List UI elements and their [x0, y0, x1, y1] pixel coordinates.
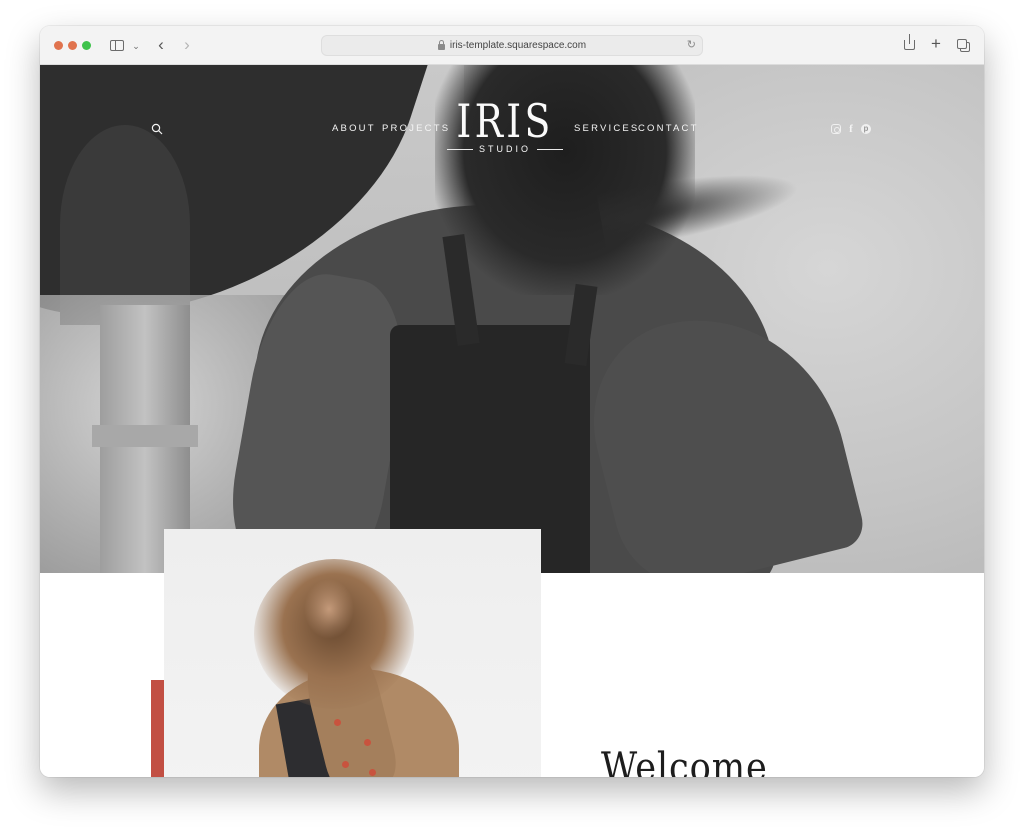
forward-button[interactable]: › — [180, 36, 194, 54]
logo-rule-left — [446, 148, 473, 150]
accent-bar — [151, 680, 164, 777]
logo-rule-right — [537, 148, 563, 150]
pinterest-icon[interactable]: p — [861, 124, 871, 134]
browser-toolbar: ⌄ ‹ › iris-template.squarespace.com ↻ + — [40, 26, 984, 65]
share-arrow-icon — [909, 34, 911, 44]
chevron-down-icon[interactable]: ⌄ — [131, 37, 141, 55]
search-icon[interactable] — [151, 123, 163, 135]
photo-flower — [364, 739, 371, 746]
facebook-icon[interactable]: f — [846, 124, 856, 135]
welcome-heading: Welcome — [601, 745, 768, 777]
instagram-icon[interactable] — [831, 124, 841, 134]
browser-window: ⌄ ‹ › iris-template.squarespace.com ↻ + — [40, 26, 984, 777]
minimize-window-button[interactable] — [68, 41, 77, 50]
nav-link-services[interactable]: SERVICES — [574, 123, 639, 134]
new-tab-button[interactable]: + — [929, 35, 943, 53]
close-window-button[interactable] — [54, 41, 63, 50]
site-header: ABOUT PROJECTS IRIS STUDIO SERVICES CONT… — [40, 65, 984, 185]
nav-link-contact[interactable]: CONTACT — [638, 123, 699, 134]
lock-icon — [437, 39, 445, 50]
hero-image: ABOUT PROJECTS IRIS STUDIO SERVICES CONT… — [40, 65, 984, 573]
sidebar-toggle-icon[interactable] — [110, 40, 124, 51]
tabs-icon[interactable] — [957, 39, 967, 49]
nav-link-about[interactable]: ABOUT — [332, 123, 376, 134]
maximize-window-button[interactable] — [82, 41, 91, 50]
url-text: iris-template.squarespace.com — [449, 40, 587, 51]
photo-face — [304, 579, 354, 639]
logo-title: IRIS — [456, 94, 554, 148]
nav-link-projects[interactable]: PROJECTS — [382, 123, 450, 134]
photo-flower — [342, 761, 349, 768]
feature-photo — [164, 529, 541, 777]
photo-flower — [334, 719, 341, 726]
photo-flower — [369, 769, 376, 776]
web-page: ABOUT PROJECTS IRIS STUDIO SERVICES CONT… — [40, 65, 984, 777]
hero-pillar-cap — [92, 425, 198, 447]
back-button[interactable]: ‹ — [154, 36, 168, 54]
reload-icon[interactable]: ↻ — [687, 38, 696, 51]
site-logo[interactable]: IRIS STUDIO — [445, 98, 565, 154]
address-bar[interactable]: iris-template.squarespace.com ↻ — [321, 35, 703, 56]
